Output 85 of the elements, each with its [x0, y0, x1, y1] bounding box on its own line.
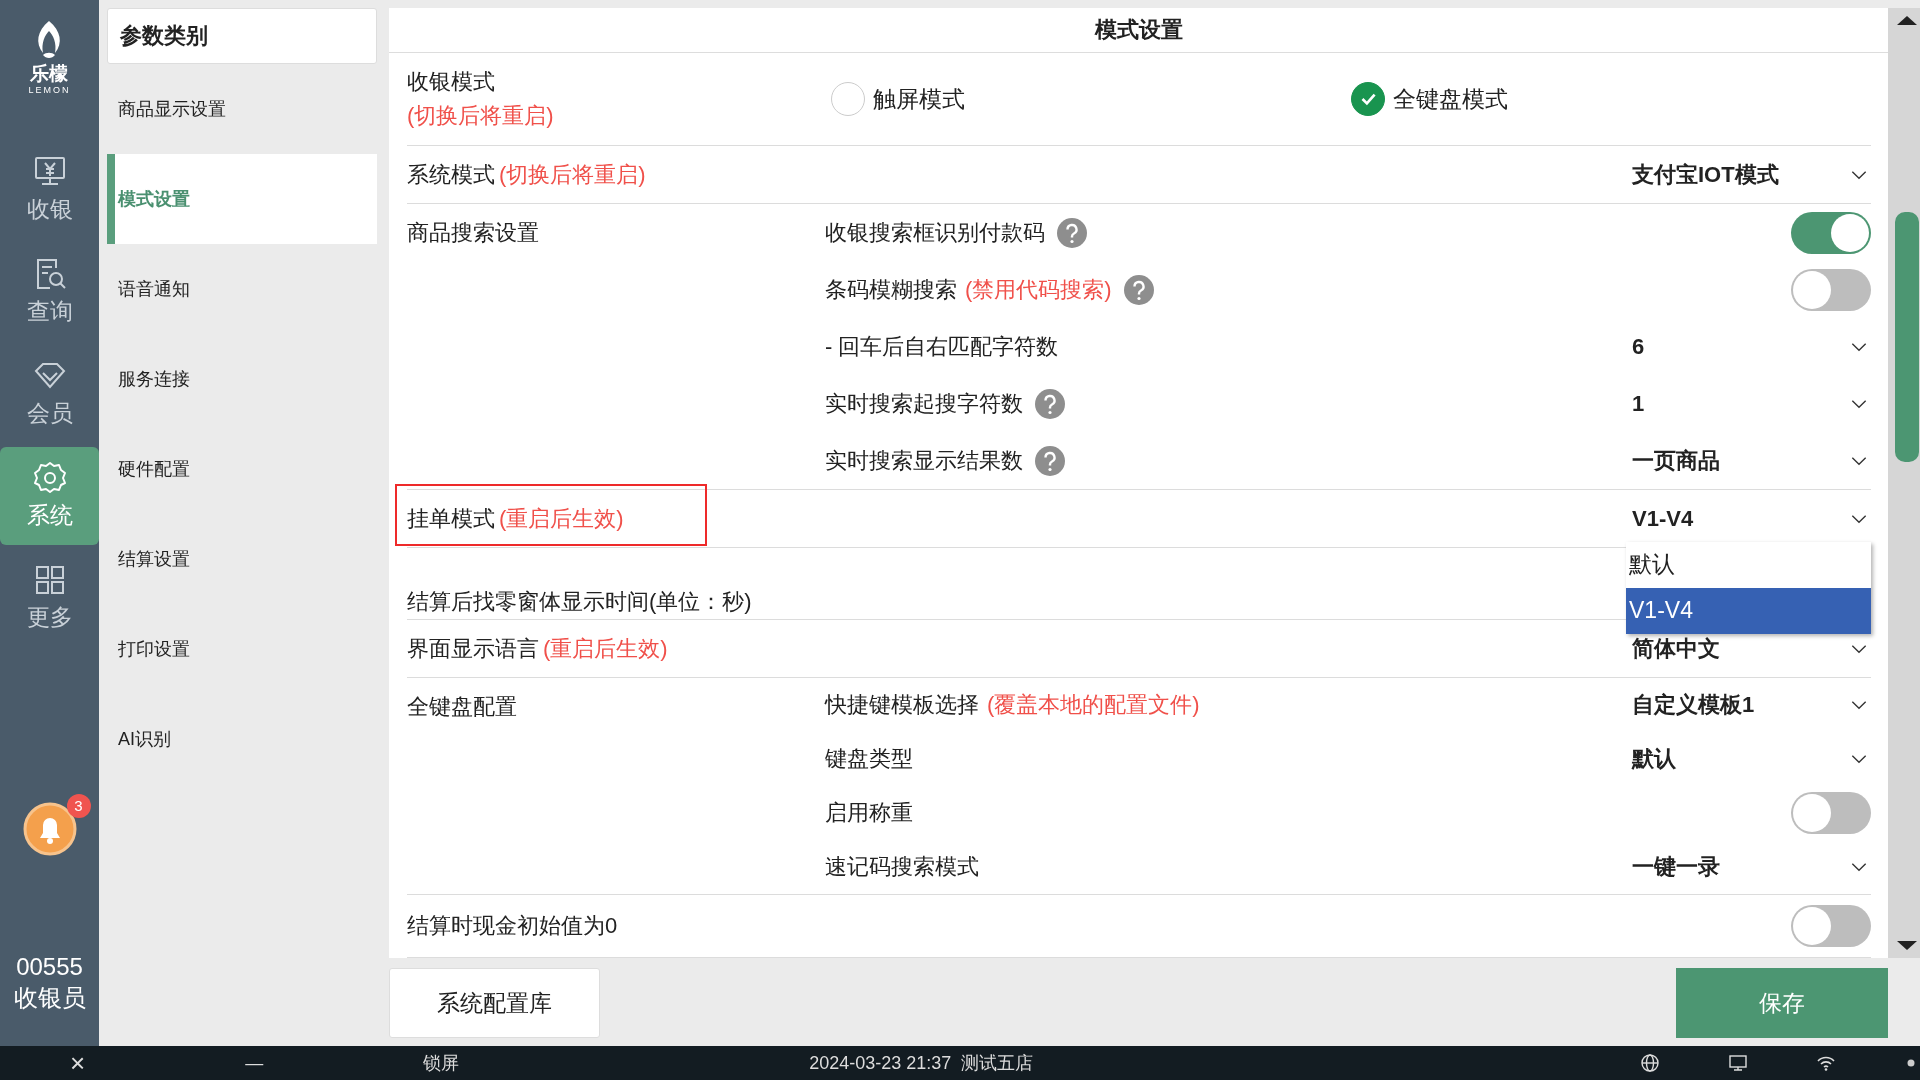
- scroll-down-arrow-icon[interactable]: [1895, 940, 1919, 952]
- setting-label: 收银模式: [407, 69, 495, 94]
- toggle-switch[interactable]: [1791, 905, 1871, 947]
- setting-note: (禁用代码搜索): [965, 275, 1112, 304]
- nav-item[interactable]: 会员: [0, 344, 99, 443]
- category-item[interactable]: 结算设置: [107, 514, 377, 604]
- radio-option[interactable]: 全键盘模式: [1351, 82, 1871, 116]
- save-button[interactable]: 保存: [1676, 968, 1888, 1038]
- scrollbar[interactable]: [1888, 8, 1920, 958]
- select-dropdown[interactable]: 支付宝IOT模式: [1629, 151, 1871, 198]
- chevron-down-icon: [1850, 862, 1868, 872]
- setting-note: (切换后将重启): [407, 102, 555, 130]
- chevron-down-icon: [1850, 341, 1868, 352]
- monitor-icon[interactable]: [1728, 1053, 1748, 1073]
- chevron-down-icon: [1850, 754, 1868, 764]
- scrollbar-thumb[interactable]: [1895, 212, 1919, 462]
- chevron-down-icon: [1850, 455, 1868, 466]
- dropdown-option[interactable]: V1-V4: [1626, 587, 1871, 634]
- user-role: 收银员: [13, 983, 86, 1014]
- setting-label: 商品搜索设置: [407, 220, 539, 245]
- notification-badge: 3: [66, 793, 91, 818]
- setting-note: (重启后生效): [543, 635, 668, 661]
- minimize-button[interactable]: —: [245, 1052, 264, 1074]
- select-dropdown[interactable]: 1: [1629, 382, 1871, 425]
- lock-screen-button[interactable]: 锁屏: [423, 1051, 460, 1075]
- help-icon[interactable]: [1123, 274, 1154, 305]
- setting-note: (重启后生效): [499, 505, 624, 531]
- setting-label: 挂单模式: [407, 505, 495, 531]
- datetime: 2024-03-23 21:37: [809, 1052, 952, 1074]
- bell-avatar-icon[interactable]: [22, 801, 77, 856]
- category-item[interactable]: 模式设置: [107, 154, 377, 244]
- setting-label: 系统模式: [407, 161, 495, 187]
- nav-item[interactable]: 更多: [0, 548, 99, 647]
- help-icon[interactable]: [1057, 217, 1087, 248]
- setting-note: (覆盖本地的配置文件): [987, 691, 1200, 719]
- setting-label: 收银搜索框识别付款码: [825, 218, 1045, 247]
- setting-label: 启用称重: [825, 799, 913, 827]
- toggle-switch[interactable]: [1791, 211, 1871, 254]
- chevron-down-icon: [1850, 398, 1868, 409]
- store-name: 测试五店: [961, 1052, 1034, 1075]
- setting-label: 速记码搜索模式: [825, 853, 979, 881]
- chevron-down-icon: [1850, 169, 1868, 180]
- setting-label: - 回车后自右匹配字符数: [825, 332, 1059, 361]
- panel-title: 模式设置: [389, 8, 1888, 53]
- nav-item[interactable]: 收银: [0, 140, 99, 239]
- toggle-switch[interactable]: [1791, 268, 1871, 311]
- category-item[interactable]: 服务连接: [107, 334, 377, 424]
- category-item[interactable]: AI识别: [107, 694, 377, 784]
- category-item[interactable]: 硬件配置: [107, 424, 377, 514]
- user-id: 00555: [16, 951, 83, 982]
- globe-icon[interactable]: [1640, 1053, 1660, 1073]
- setting-label: 界面显示语言: [407, 635, 539, 661]
- select-dropdown[interactable]: 默认: [1629, 736, 1871, 782]
- setting-label: 键盘类型: [825, 745, 913, 773]
- setting-label: 结算后找零窗体显示时间(单位：秒): [407, 589, 752, 614]
- select-dropdown[interactable]: 一键一录: [1629, 844, 1871, 890]
- nav-item[interactable]: 查询: [0, 242, 99, 341]
- help-icon[interactable]: [1035, 445, 1065, 476]
- config-library-button[interactable]: 系统配置库: [389, 968, 600, 1038]
- chevron-down-icon: [1850, 643, 1868, 654]
- help-icon[interactable]: [1035, 388, 1065, 419]
- setting-label: 快捷键模板选择: [825, 691, 979, 719]
- toggle-switch[interactable]: [1791, 792, 1871, 834]
- chevron-down-icon: [1850, 513, 1868, 524]
- category-title: 参数类别: [107, 8, 377, 64]
- setting-label: 结算时现金初始值为0: [407, 913, 618, 938]
- logo-subtitle: LEMON: [28, 84, 71, 95]
- setting-label: 实时搜索显示结果数: [825, 446, 1023, 475]
- category-item[interactable]: 语音通知: [107, 244, 377, 334]
- setting-label: 实时搜索起搜字符数: [825, 389, 1023, 418]
- category-item[interactable]: 商品显示设置: [107, 64, 377, 154]
- logo-name: 乐檬: [30, 64, 69, 85]
- select-dropdown[interactable]: 6: [1629, 325, 1871, 368]
- category-item[interactable]: 打印设置: [107, 604, 377, 694]
- chevron-down-icon: [1850, 700, 1868, 710]
- scroll-up-arrow-icon[interactable]: [1895, 14, 1919, 26]
- setting-label: 全键盘配置: [407, 694, 517, 719]
- radio-option[interactable]: 触屏模式: [831, 82, 1351, 116]
- select-dropdown[interactable]: V1-V4: [1629, 497, 1871, 540]
- setting-label: 条码模糊搜索: [825, 275, 957, 304]
- close-button[interactable]: ×: [70, 1047, 86, 1079]
- select-dropdown[interactable]: 自定义模板1: [1629, 682, 1871, 728]
- setting-note: (切换后将重启): [499, 161, 646, 187]
- select-dropdown[interactable]: 一页商品: [1629, 437, 1871, 484]
- dropdown-option[interactable]: 默认: [1626, 541, 1871, 588]
